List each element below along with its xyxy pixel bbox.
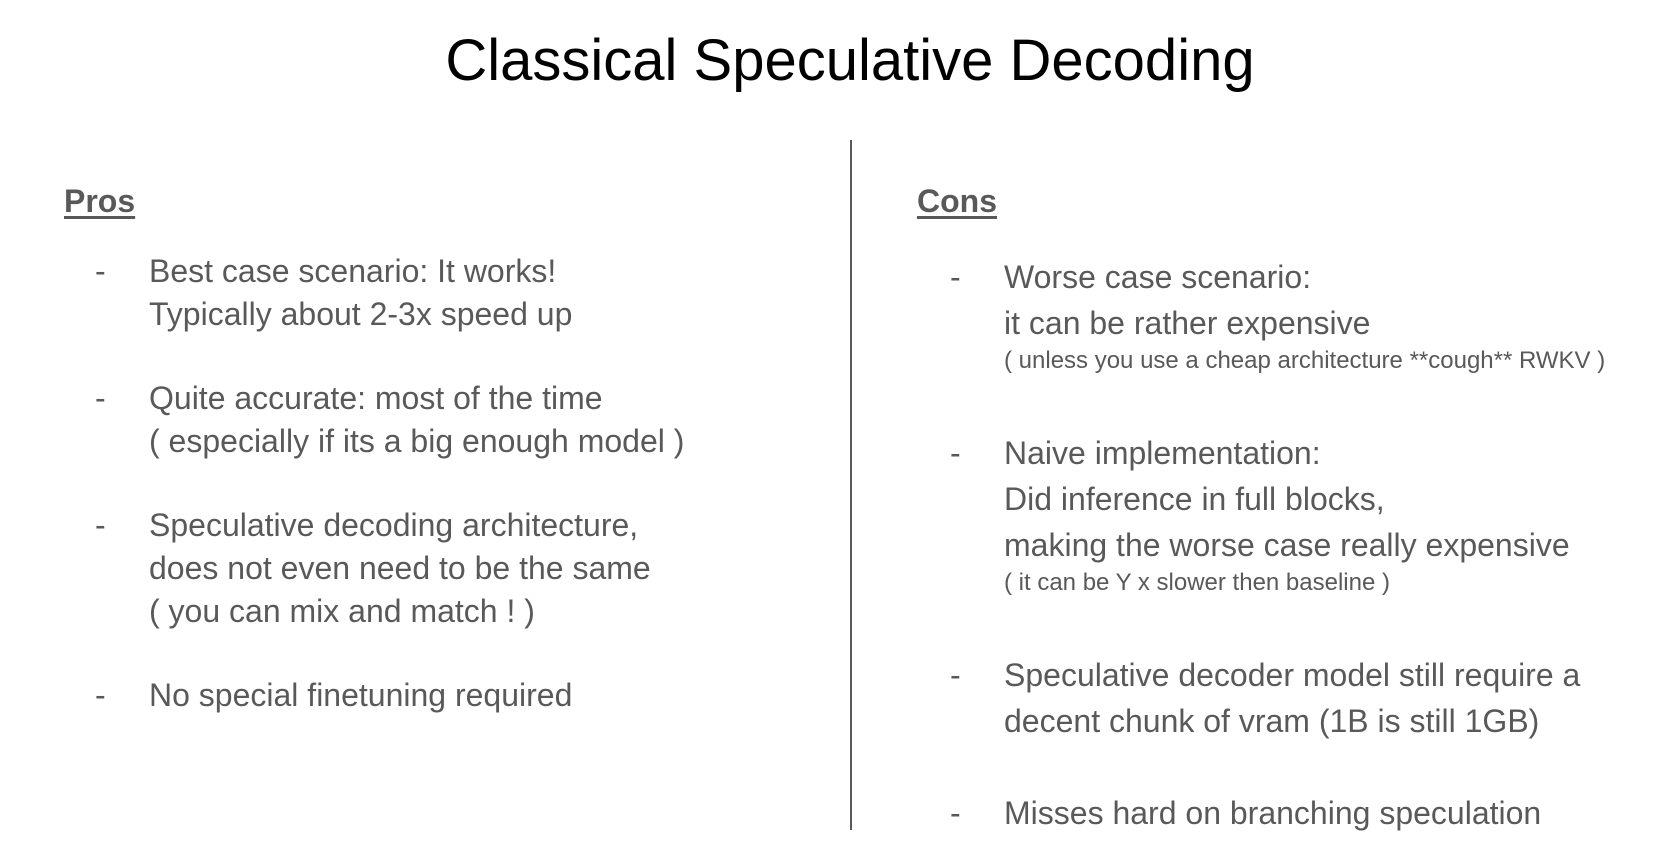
bullet-dash: - — [95, 380, 106, 416]
pros-item-line: Typically about 2-3x speed up — [149, 296, 573, 332]
slide-title: Classical Speculative Decoding — [445, 28, 1255, 93]
pros-item-line: ( especially if its a big enough model ) — [149, 423, 685, 459]
bullet-dash: - — [95, 677, 106, 713]
pros-item-line: does not even need to be the same — [149, 550, 651, 586]
pros-item-line: No special finetuning required — [149, 677, 573, 713]
bullet-dash: - — [950, 657, 961, 693]
pros-item-line: ( you can mix and match ! ) — [149, 593, 535, 629]
cons-item-line: Naive implementation: — [1004, 435, 1321, 471]
cons-item-line: it can be rather expensive — [1004, 305, 1371, 341]
cons-item-note: ( it can be Y x slower then baseline ) — [1004, 569, 1390, 596]
cons-item-note: ( unless you use a cheap architecture **… — [1004, 347, 1606, 374]
cons-item-line: Worse case scenario: — [1004, 259, 1312, 295]
cons-heading: Cons — [917, 183, 997, 219]
cons-item-line: Did inference in full blocks, — [1004, 481, 1385, 517]
bullet-dash: - — [950, 435, 961, 471]
cons-item-line: decent chunk of vram (1B is still 1GB) — [1004, 703, 1540, 739]
cons-item-line: Speculative decoder model still require … — [1004, 657, 1581, 693]
column-divider — [850, 140, 852, 830]
pros-item-line: Best case scenario: It works! — [149, 253, 557, 289]
pros-item-line: Quite accurate: most of the time — [149, 380, 603, 416]
cons-item-line: making the worse case really expensive — [1004, 527, 1570, 563]
bullet-dash: - — [95, 507, 106, 543]
slide: Classical Speculative Decoding Pros - Be… — [0, 0, 1670, 860]
bullet-dash: - — [950, 259, 961, 295]
bullet-dash: - — [95, 253, 106, 289]
pros-item-line: Speculative decoding architecture, — [149, 507, 639, 543]
cons-item-line: Misses hard on branching speculation — [1004, 795, 1542, 831]
pros-heading: Pros — [64, 183, 136, 219]
bullet-dash: - — [950, 795, 961, 831]
